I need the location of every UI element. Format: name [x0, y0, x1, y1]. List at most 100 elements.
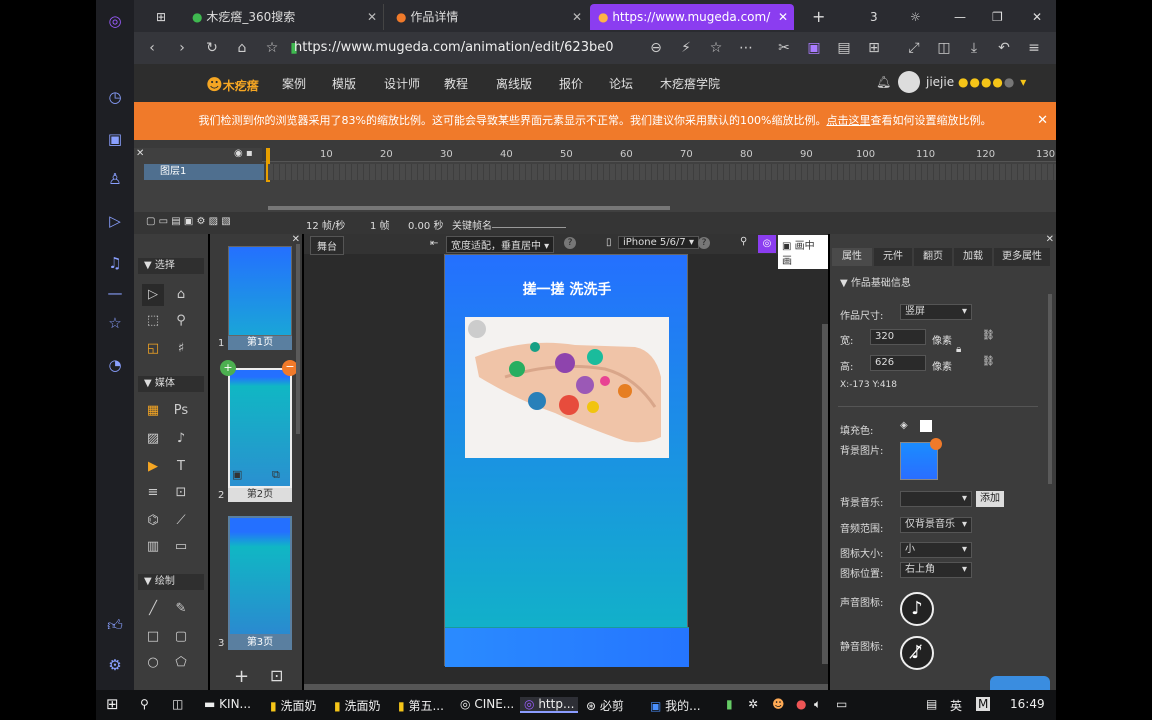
url-input[interactable]: https://www.mugeda.com/animation/edit/62…: [294, 37, 774, 59]
page-label[interactable]: 第2页: [228, 488, 292, 502]
bgmusic-select[interactable]: ▾: [900, 491, 972, 507]
network-icon[interactable]: ▭: [836, 697, 847, 711]
remove-bg-icon[interactable]: [930, 438, 942, 450]
undo-icon[interactable]: ↶: [994, 38, 1014, 58]
tab-properties[interactable]: 属性: [832, 248, 872, 266]
timeline-ruler[interactable]: 10 20 30 40 50 60 70 80 90 100 110 120 1…: [262, 148, 1056, 162]
theme-icon[interactable]: ☼: [902, 4, 926, 30]
download-icon[interactable]: ⤓: [964, 38, 984, 58]
more-icon[interactable]: ⋯: [736, 38, 756, 58]
mute-note-icon[interactable]: ♪̸: [900, 636, 934, 670]
add-icon[interactable]: +: [234, 666, 249, 687]
taskbar-item[interactable]: ◎ CINE...: [460, 697, 514, 711]
restore-button[interactable]: ❐: [984, 4, 1008, 30]
fill-bucket-icon[interactable]: ◈: [900, 420, 908, 431]
history-icon[interactable]: ◔: [104, 354, 126, 376]
tab-more[interactable]: 更多属性: [994, 248, 1050, 266]
chart-icon[interactable]: ⟋: [170, 510, 192, 532]
minimize-button[interactable]: —: [946, 4, 970, 30]
speed-dial-icon[interactable]: ◷: [104, 86, 126, 108]
camera-icon[interactable]: ▭: [170, 536, 192, 558]
section-draw[interactable]: ▼ 绘制: [138, 574, 204, 590]
stage-tab[interactable]: 舞台: [310, 236, 344, 255]
lock-ratio-icon[interactable]: 🔒︎: [956, 344, 961, 355]
translate-icon[interactable]: ▣: [804, 38, 824, 58]
tray-icon[interactable]: ☻: [772, 697, 785, 711]
video-icon[interactable]: ▶: [142, 456, 164, 478]
task-view-icon[interactable]: ◫: [172, 697, 183, 711]
nav-item[interactable]: 木疙瘩学院: [660, 75, 720, 92]
icon-size-select[interactable]: 小 ▾: [900, 542, 972, 558]
notification-icon[interactable]: ▤: [926, 697, 937, 711]
layer-tools-icon[interactable]: ▢ ▭ ▤ ▣ ⚙ ▨ ▧: [146, 216, 231, 227]
tab-mugeda[interactable]: ● https://www.mugeda.com/✕: [590, 4, 794, 30]
section-media[interactable]: ▼ 媒体: [138, 376, 204, 392]
visibility-icon[interactable]: ◉ ▪: [234, 148, 253, 159]
taskbar-item[interactable]: ▬ KIN...: [204, 697, 251, 711]
pen-tool-icon[interactable]: ✎: [170, 598, 192, 620]
copy-page-icon[interactable]: ⧉: [272, 468, 280, 482]
close-icon[interactable]: ✕: [1046, 234, 1054, 245]
width-input[interactable]: 320: [870, 329, 926, 345]
new-tab-button[interactable]: +: [804, 4, 834, 30]
page-label[interactable]: 第3页: [228, 636, 292, 650]
home-icon[interactable]: ⌂: [232, 38, 252, 58]
pages-scrollbar[interactable]: [296, 244, 300, 434]
ime-indicator[interactable]: 英: [950, 697, 962, 714]
reload-icon[interactable]: ↻: [202, 38, 222, 58]
tab-works[interactable]: ● 作品详情 ✕: [388, 4, 588, 30]
zoom-tool-icon[interactable]: ⚲: [170, 310, 192, 332]
taskbar-item[interactable]: ▣ 我的...: [650, 697, 701, 714]
menu-icon[interactable]: ≡: [1024, 38, 1044, 58]
logo-icon[interactable]: ◎: [758, 235, 776, 253]
layer-row[interactable]: 图层1: [144, 164, 264, 180]
taskbar-item[interactable]: ▮ 洗面奶: [270, 697, 316, 714]
code-icon[interactable]: ⌬: [142, 510, 164, 532]
nav-item[interactable]: 论坛: [609, 75, 633, 92]
warning-link[interactable]: 点击这里: [826, 114, 870, 127]
record-icon[interactable]: ●: [796, 697, 806, 711]
tab-list-icon[interactable]: ⊞: [148, 4, 178, 30]
nav-item[interactable]: 离线版: [496, 75, 532, 92]
extension-icon[interactable]: ✂: [774, 38, 794, 58]
section-header[interactable]: ▼ 作品基础信息: [840, 274, 911, 289]
image-grid-icon[interactable]: ▦: [142, 400, 164, 422]
import-page-icon[interactable]: ⊡: [270, 666, 283, 685]
nav-item[interactable]: 案例: [282, 75, 306, 92]
video-icon[interactable]: ▷: [104, 210, 126, 232]
tray-icon[interactable]: ✲: [748, 697, 758, 711]
fill-color-swatch[interactable]: [920, 420, 932, 432]
height-input[interactable]: 626: [870, 355, 926, 371]
text-icon[interactable]: T: [170, 456, 192, 478]
site-logo[interactable]: ☻木疙瘩: [206, 75, 259, 94]
transform-tool-icon[interactable]: ⌂: [170, 284, 192, 306]
fullscreen-icon[interactable]: ⤢: [904, 38, 924, 58]
slide-icon[interactable]: ⊡: [170, 482, 192, 504]
fps-value[interactable]: 12 帧/秒: [306, 217, 345, 232]
size-select[interactable]: 竖屏 ▾: [900, 304, 972, 320]
settings-icon[interactable]: ⚙: [104, 654, 126, 676]
stage-vscrollbar[interactable]: [822, 324, 828, 664]
ime-mode-icon[interactable]: M: [976, 697, 991, 711]
nav-item[interactable]: 教程: [444, 75, 468, 92]
line-tool-icon[interactable]: ╱: [142, 598, 164, 620]
search-icon[interactable]: ⚲: [740, 236, 747, 247]
close-icon[interactable]: ✕: [367, 4, 377, 30]
search-icon[interactable]: ⚲: [140, 697, 149, 711]
zoom-icon[interactable]: ⊖: [646, 38, 666, 58]
apps-icon[interactable]: ⊞: [864, 38, 884, 58]
props-scrollbar[interactable]: [1048, 294, 1052, 484]
rounded-rect-tool-icon[interactable]: ▢: [170, 626, 192, 648]
frame-track[interactable]: [268, 164, 1056, 180]
page-settings-icon[interactable]: ▣: [232, 468, 242, 481]
hand-germs-image[interactable]: [465, 317, 669, 458]
tab-page-turn[interactable]: 翻页: [914, 248, 952, 266]
user-icon[interactable]: ♙: [104, 168, 126, 190]
psd-icon[interactable]: Ps: [170, 400, 192, 422]
pointer-tool-icon[interactable]: ▷: [142, 284, 164, 306]
split-icon[interactable]: ◫: [934, 38, 954, 58]
ellipse-tool-icon[interactable]: ○: [142, 652, 164, 674]
clock[interactable]: 16:49: [1010, 697, 1045, 711]
bottom-bar[interactable]: [445, 627, 689, 667]
fit-select[interactable]: 宽度适配，垂直居中 ▾: [446, 236, 555, 253]
